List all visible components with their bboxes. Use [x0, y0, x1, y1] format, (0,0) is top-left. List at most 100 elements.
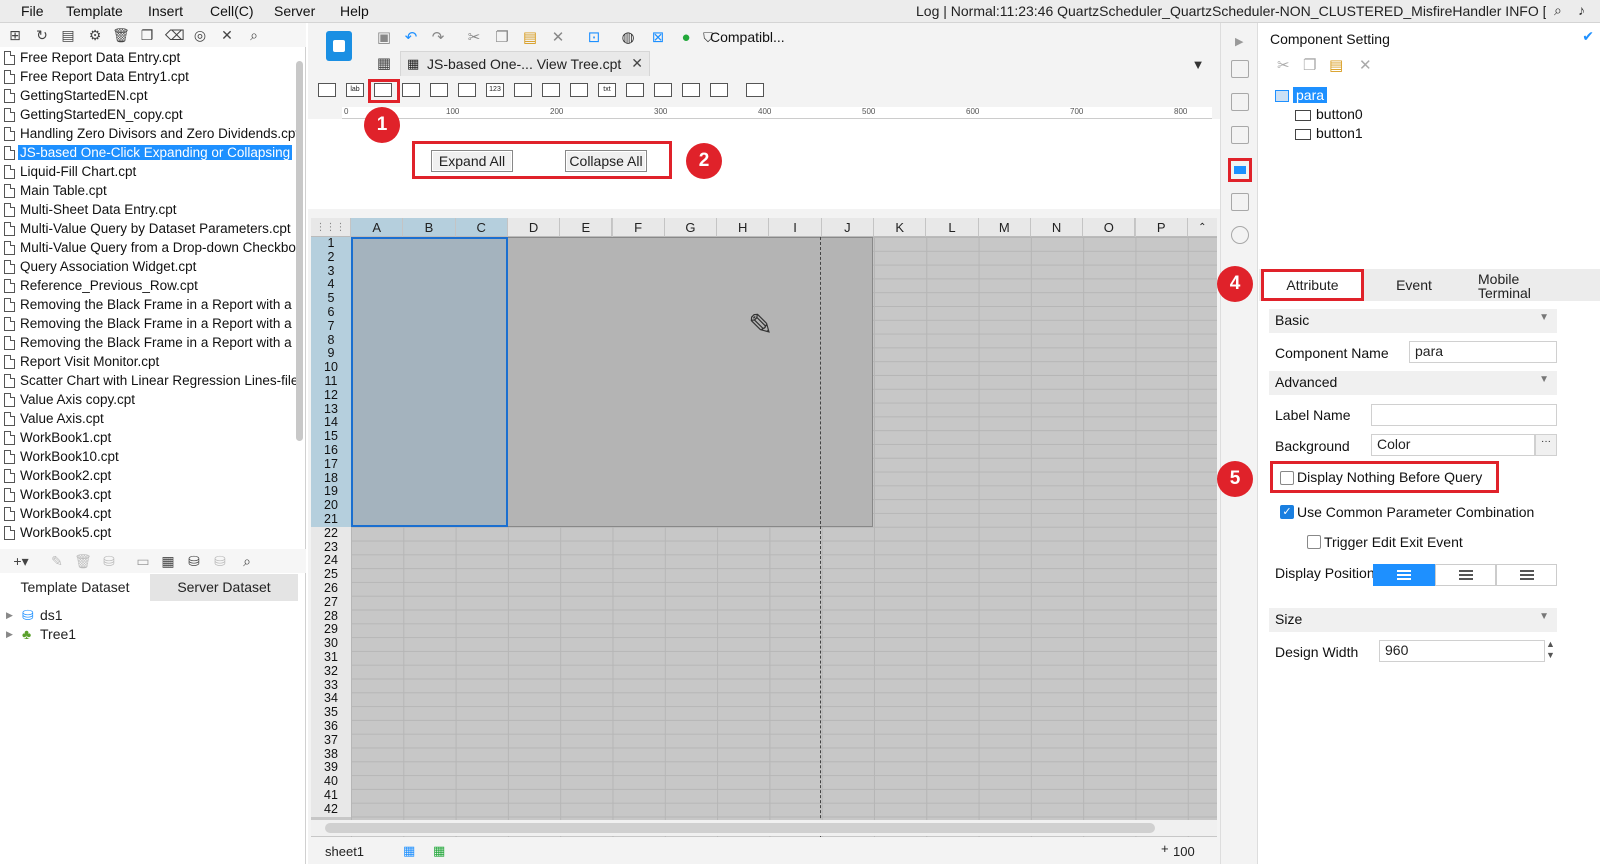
- col-header[interactable]: E: [560, 218, 613, 237]
- section-basic[interactable]: Basic ▼: [1269, 309, 1557, 333]
- search-preview-icon[interactable]: ⊠: [648, 28, 668, 48]
- row-header[interactable]: 15: [311, 429, 351, 444]
- row-header[interactable]: 36: [311, 719, 351, 734]
- col-header[interactable]: L: [926, 218, 979, 237]
- list-item[interactable]: Main Table.cpt: [0, 182, 296, 201]
- list-item[interactable]: WorkBook1.cpt: [0, 429, 296, 448]
- list-item[interactable]: GettingStartedEN.cpt: [0, 87, 296, 106]
- row-header[interactable]: 29: [311, 623, 351, 638]
- align-right-button[interactable]: [1496, 564, 1557, 586]
- row-header[interactable]: 25: [311, 567, 351, 582]
- add-sheet-alt-icon[interactable]: ▦: [433, 843, 445, 859]
- add-sheet-icon[interactable]: ▦: [403, 843, 415, 859]
- expand-arrow-icon[interactable]: ▶: [6, 629, 13, 640]
- link-icon[interactable]: [1231, 226, 1249, 244]
- new-folder-icon[interactable]: ⊞: [6, 26, 24, 44]
- menu-help[interactable]: Help: [340, 3, 369, 19]
- background-field[interactable]: Color: [1371, 434, 1535, 456]
- dropdown-widget-icon[interactable]: [402, 83, 420, 97]
- row-header[interactable]: 31: [311, 650, 351, 665]
- list-item[interactable]: Multi-Sheet Data Entry.cpt: [0, 201, 296, 220]
- collapse-icon[interactable]: ✕: [218, 26, 236, 44]
- list-item[interactable]: Multi-Value Query from a Drop-down Check…: [0, 239, 296, 258]
- widget-setting-icon[interactable]: [1234, 166, 1246, 174]
- row-header[interactable]: 21: [311, 512, 351, 527]
- row-header[interactable]: 42: [311, 802, 351, 817]
- app-logo-icon[interactable]: [326, 31, 352, 61]
- row-header[interactable]: 14: [311, 416, 351, 431]
- row-header[interactable]: 34: [311, 692, 351, 707]
- cell-style-icon[interactable]: [1231, 93, 1249, 111]
- search-icon[interactable]: ⌕: [245, 26, 263, 44]
- compatibility-button[interactable]: Compatibl...: [710, 29, 785, 45]
- checkbox-widget-icon[interactable]: [570, 83, 588, 97]
- close-icon[interactable]: ✕: [631, 55, 643, 72]
- sheet-tab[interactable]: sheet1: [325, 844, 364, 859]
- list-item[interactable]: Free Report Data Entry1.cpt: [0, 68, 296, 87]
- combo-widget-icon[interactable]: [654, 83, 672, 97]
- tree-node-button1[interactable]: button1: [1295, 125, 1363, 141]
- list-item[interactable]: Handling Zero Divisors and Zero Dividend…: [0, 125, 296, 144]
- list-item[interactable]: Value Axis copy.cpt: [0, 391, 296, 410]
- col-header[interactable]: J: [821, 218, 874, 237]
- pin-icon[interactable]: ▼: [1188, 55, 1208, 75]
- number-widget-icon[interactable]: 123: [486, 83, 504, 97]
- scroll-up-icon[interactable]: ⌃: [1187, 218, 1217, 237]
- calendar-widget-icon[interactable]: [458, 83, 476, 97]
- row-header[interactable]: 23: [311, 540, 351, 555]
- row-header[interactable]: 10: [311, 360, 351, 375]
- file-list-scrollbar[interactable]: [296, 61, 303, 441]
- row-header[interactable]: 26: [311, 581, 351, 596]
- refresh-db-icon[interactable]: ⛁: [211, 552, 229, 570]
- col-header[interactable]: N: [1030, 218, 1084, 237]
- row-header[interactable]: 19: [311, 485, 351, 500]
- locate-icon[interactable]: ◎: [191, 26, 209, 44]
- label-widget-icon[interactable]: [318, 83, 336, 97]
- zoom-in-icon[interactable]: +: [1161, 841, 1169, 856]
- list-item[interactable]: Report Visit Monitor.cpt: [0, 353, 296, 372]
- row-header[interactable]: 20: [311, 498, 351, 513]
- list-item[interactable]: WorkBook4.cpt: [0, 505, 296, 524]
- list-item[interactable]: Query Association Widget.cpt: [0, 258, 296, 277]
- col-header[interactable]: C: [455, 218, 508, 237]
- row-header[interactable]: 24: [311, 554, 351, 569]
- list-item[interactable]: WorkBook10.cpt: [0, 448, 296, 467]
- cell-attr-icon[interactable]: [1231, 60, 1249, 78]
- row-header[interactable]: 18: [311, 471, 351, 486]
- grid-icon[interactable]: ▦: [374, 54, 394, 74]
- row-header[interactable]: 1: [311, 236, 351, 251]
- date-widget-icon[interactable]: [430, 83, 448, 97]
- delete-icon[interactable]: 🗑: [74, 552, 92, 570]
- copy-icon[interactable]: ❐: [138, 26, 156, 44]
- row-header[interactable]: 39: [311, 761, 351, 776]
- row-header[interactable]: 9: [311, 347, 351, 362]
- list-item[interactable]: Removing the Black Frame in a Report wit…: [0, 334, 296, 353]
- row-header[interactable]: 30: [311, 636, 351, 651]
- tree-node-para[interactable]: para: [1275, 87, 1328, 103]
- copy-icon[interactable]: ❐: [492, 28, 512, 48]
- scroll-thumb[interactable]: [325, 823, 1155, 833]
- search-icon[interactable]: ⌕: [238, 552, 256, 570]
- align-center-button[interactable]: [1435, 564, 1496, 586]
- list-item[interactable]: Removing the Black Frame in a Report wit…: [0, 315, 296, 334]
- list-item[interactable]: WorkBook5.cpt: [0, 524, 296, 543]
- stepper-icon[interactable]: ▲ ▼: [1546, 639, 1555, 661]
- clear-icon[interactable]: ✕: [548, 28, 568, 48]
- selected-cells[interactable]: [351, 237, 508, 527]
- refresh-icon[interactable]: ↻: [33, 26, 51, 44]
- tree-widget-icon[interactable]: [682, 83, 700, 97]
- list-item[interactable]: Removing the Black Frame in a Report wit…: [0, 296, 296, 315]
- col-header[interactable]: G: [664, 218, 718, 237]
- list-item[interactable]: Scatter Chart with Linear Regression Lin…: [0, 372, 296, 391]
- tab-server-dataset[interactable]: Server Dataset: [150, 574, 298, 601]
- preview-icon[interactable]: ▭: [134, 552, 152, 570]
- col-header[interactable]: D: [507, 218, 561, 237]
- add-dataset-icon[interactable]: +▾: [8, 552, 34, 570]
- undo-icon[interactable]: ↶: [401, 28, 421, 48]
- cell-element-icon[interactable]: [1231, 126, 1249, 144]
- radio-widget-icon[interactable]: [542, 83, 560, 97]
- menu-insert[interactable]: Insert: [148, 3, 183, 19]
- list-item[interactable]: Value Axis.cpt: [0, 410, 296, 429]
- tab-mobile-terminal[interactable]: Mobile Terminal: [1464, 269, 1564, 301]
- list-widget-icon[interactable]: [514, 83, 532, 97]
